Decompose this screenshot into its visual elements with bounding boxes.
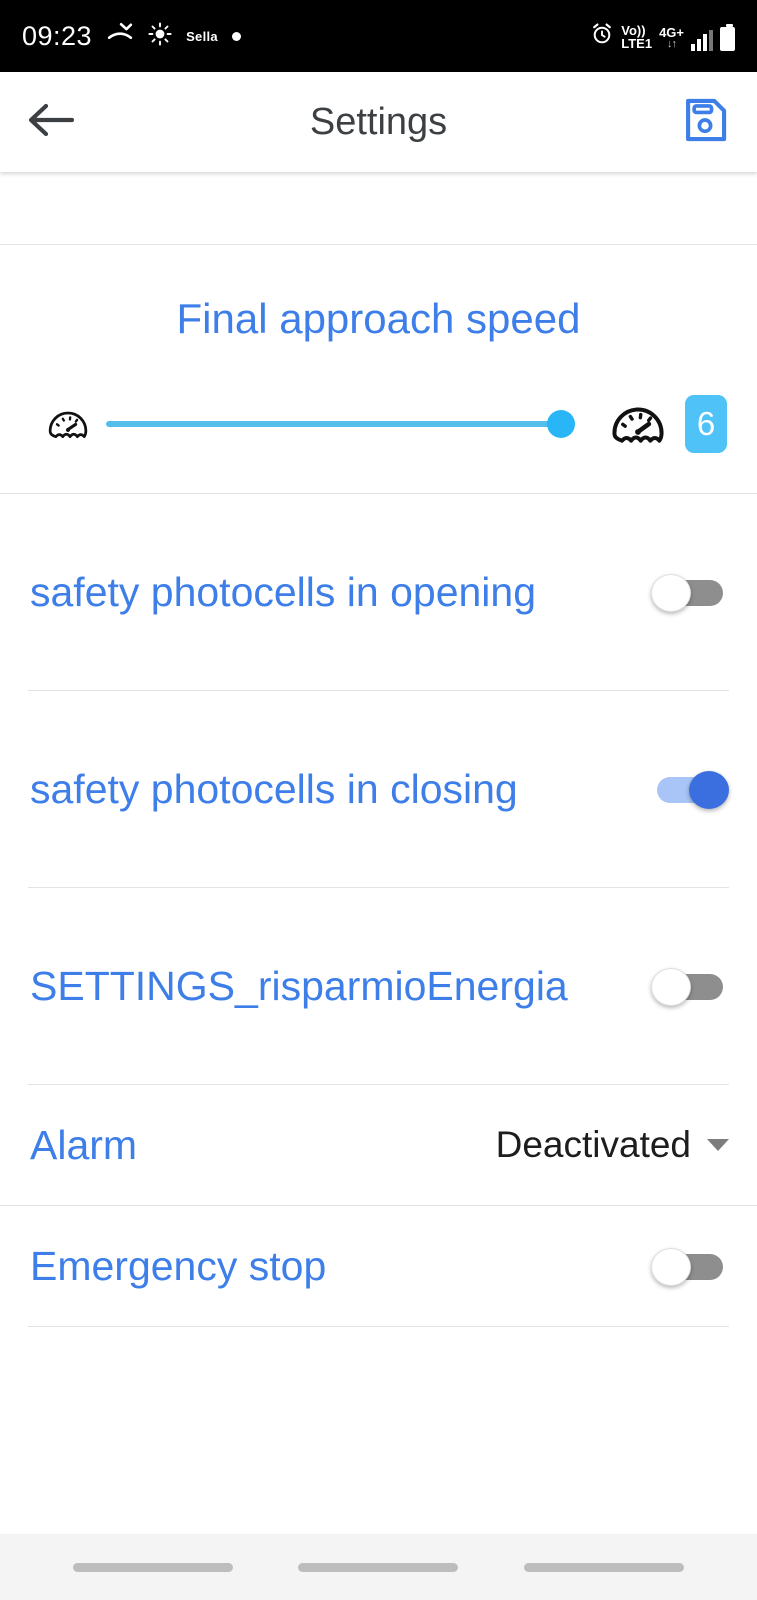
dot-icon — [231, 31, 241, 41]
speed-slider[interactable] — [106, 404, 575, 444]
settings-list[interactable]: Final approach speed 6 safety photocells… — [0, 172, 757, 1534]
toggle-knob — [689, 771, 729, 809]
save-button[interactable] — [675, 92, 735, 152]
brightness-icon — [148, 21, 172, 51]
toggle-emergency-stop[interactable] — [651, 1248, 729, 1286]
missed-call-icon — [106, 21, 134, 52]
system-navigation-bar — [0, 1534, 757, 1600]
toggle-safety-photocells-closing[interactable] — [651, 771, 729, 809]
setting-row-alarm[interactable]: Alarm Deactivated — [0, 1085, 757, 1205]
slider-thumb[interactable] — [547, 410, 575, 438]
app-bar: Settings — [0, 72, 757, 172]
nav-pill-right[interactable] — [524, 1562, 685, 1572]
slider-value-badge: 6 — [685, 395, 727, 453]
setting-row-emergency-stop[interactable]: Emergency stop — [0, 1206, 757, 1326]
slider-title: Final approach speed — [176, 295, 581, 342]
slider-track — [106, 421, 575, 427]
nav-pill-center[interactable] — [298, 1562, 459, 1572]
setting-row-safety-photocells-closing[interactable]: safety photocells in closing — [0, 691, 757, 887]
status-clock: 09:23 — [22, 20, 93, 51]
row-label: Emergency stop — [30, 1242, 327, 1289]
status-bar-left: 09:23 Sella — [22, 21, 241, 52]
speedometer-fast-icon — [609, 395, 667, 453]
setting-row-safety-photocells-opening[interactable]: safety photocells in opening — [0, 494, 757, 690]
row-label: Alarm — [30, 1121, 138, 1168]
nav-pill-left[interactable] — [72, 1562, 233, 1572]
final-approach-speed-section: Final approach speed 6 — [0, 245, 757, 493]
status-bar: 09:23 Sella Vo)) LTE1 4G+ ↓↑ — [0, 0, 757, 72]
alarm-dropdown[interactable]: Deactivated — [496, 1124, 729, 1166]
toggle-safety-photocells-opening[interactable] — [651, 574, 729, 612]
battery-icon — [720, 23, 735, 51]
divider — [28, 1326, 729, 1327]
toggle-knob — [651, 968, 691, 1006]
page-title: Settings — [309, 100, 448, 143]
alarm-clock-icon — [590, 22, 614, 51]
status-carrier: Sella — [186, 28, 218, 44]
status-bar-right: Vo)) LTE1 4G+ ↓↑ — [590, 22, 735, 51]
speedometer-slow-icon — [46, 402, 90, 446]
toggle-knob — [651, 574, 691, 612]
partial-row-text — [0, 172, 757, 176]
row-label: SETTINGS_risparmioEnergia — [30, 962, 568, 1009]
setting-row-risparmio-energia[interactable]: SETTINGS_risparmioEnergia — [0, 888, 757, 1084]
back-arrow-icon — [26, 100, 76, 145]
chevron-down-icon — [707, 1139, 729, 1151]
row-label: safety photocells in opening — [30, 568, 537, 615]
volte-indicator: Vo)) LTE1 — [621, 23, 653, 52]
alarm-dropdown-value: Deactivated — [495, 1124, 691, 1165]
toggle-knob — [651, 1248, 691, 1286]
phone-screen: 09:23 Sella Vo)) LTE1 4G+ ↓↑ Settings Fi… — [0, 0, 757, 1600]
save-floppy-icon — [679, 94, 731, 151]
toggle-risparmio-energia[interactable] — [651, 968, 729, 1006]
partial-row-above — [0, 172, 757, 244]
back-button[interactable] — [22, 93, 80, 151]
network-indicator: 4G+ ↓↑ — [659, 25, 684, 51]
row-label: safety photocells in closing — [30, 765, 518, 812]
speed-slider-row[interactable]: 6 — [0, 343, 757, 453]
signal-bars-icon — [691, 29, 713, 51]
